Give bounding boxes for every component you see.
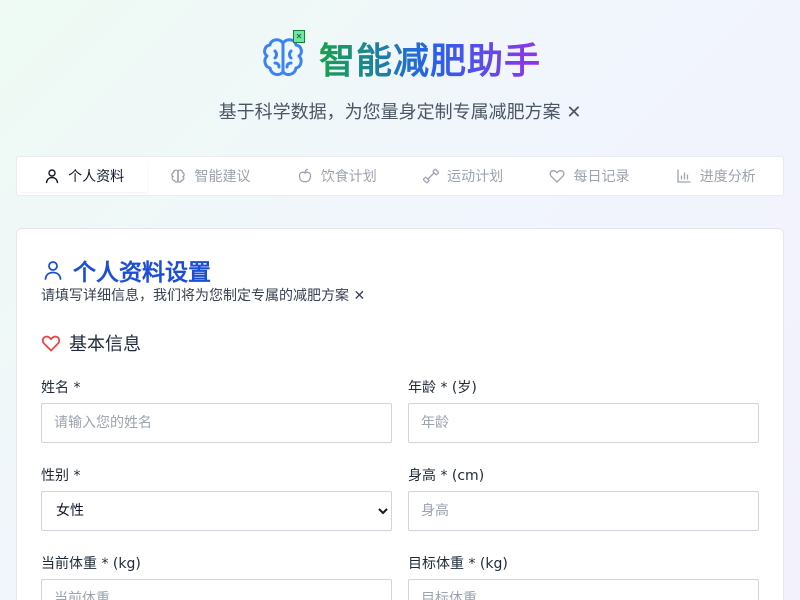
tab-label: 运动计划	[447, 169, 504, 185]
brand: ✕ 智能减肥助手	[0, 30, 800, 86]
brain-icon	[171, 169, 186, 183]
apple-icon	[298, 168, 311, 183]
target-weight-input[interactable]	[408, 579, 759, 600]
tab-profile[interactable]: 个人资料	[21, 160, 148, 192]
app-title: 智能减肥助手	[319, 32, 541, 84]
current-weight-label: 当前体重 * (kg)	[41, 556, 141, 572]
bar-chart-icon	[677, 169, 691, 183]
heart-icon	[550, 170, 565, 183]
tab-label: 饮食计划	[320, 169, 377, 185]
age-label: 年龄 * (岁)	[408, 380, 477, 396]
tab-progress[interactable]: 进度分析	[653, 157, 779, 195]
tab-advice[interactable]: 智能建议	[147, 157, 273, 195]
card-description: 请填写详细信息，我们将为您制定专属的减肥方案 ✕	[41, 288, 366, 304]
target-weight-label: 目标体重 * (kg)	[408, 556, 508, 572]
app-subtitle: 基于科学数据，为您量身定制专属减肥方案 ✕	[218, 102, 582, 123]
height-label: 身高 * (cm)	[408, 468, 485, 484]
tab-diet[interactable]: 饮食计划	[274, 157, 400, 195]
card-title: 个人资料设置	[73, 260, 211, 286]
section-basic-info: 基本信息	[41, 330, 141, 356]
section-title: 基本信息	[69, 334, 141, 355]
logo: ✕	[259, 30, 307, 82]
tab-label: 个人资料	[68, 169, 125, 185]
user-icon	[44, 261, 62, 280]
current-weight-input[interactable]	[41, 579, 392, 600]
height-input[interactable]	[408, 491, 759, 531]
user-icon	[45, 169, 59, 184]
app-header: ✕ 智能减肥助手 基于科学数据，为您量身定制专属减肥方案 ✕	[0, 0, 800, 140]
tab-exercise[interactable]: 运动计划	[400, 157, 526, 195]
profile-heading: 个人资料设置	[41, 253, 211, 287]
name-label: 姓名 *	[41, 380, 81, 396]
sparkle-badge-icon: ✕	[292, 30, 305, 43]
tab-label: 智能建议	[194, 169, 251, 185]
gender-select[interactable]: 女性	[41, 491, 392, 531]
tab-bar: 个人资料 智能建议 饮食计划 运动计划 每日记录 进度分析	[16, 156, 784, 196]
gender-label: 性别 *	[41, 468, 81, 484]
tab-label: 进度分析	[699, 169, 756, 185]
name-input[interactable]	[41, 403, 392, 443]
profile-card: 个人资料设置 请填写详细信息，我们将为您制定专属的减肥方案 ✕ 基本信息 姓名 …	[16, 228, 784, 600]
dumbbell-icon	[423, 168, 440, 184]
heart-icon	[41, 335, 61, 352]
tab-daily-log[interactable]: 每日记录	[526, 157, 652, 195]
age-input[interactable]	[408, 403, 759, 443]
tab-label: 每日记录	[573, 169, 630, 185]
